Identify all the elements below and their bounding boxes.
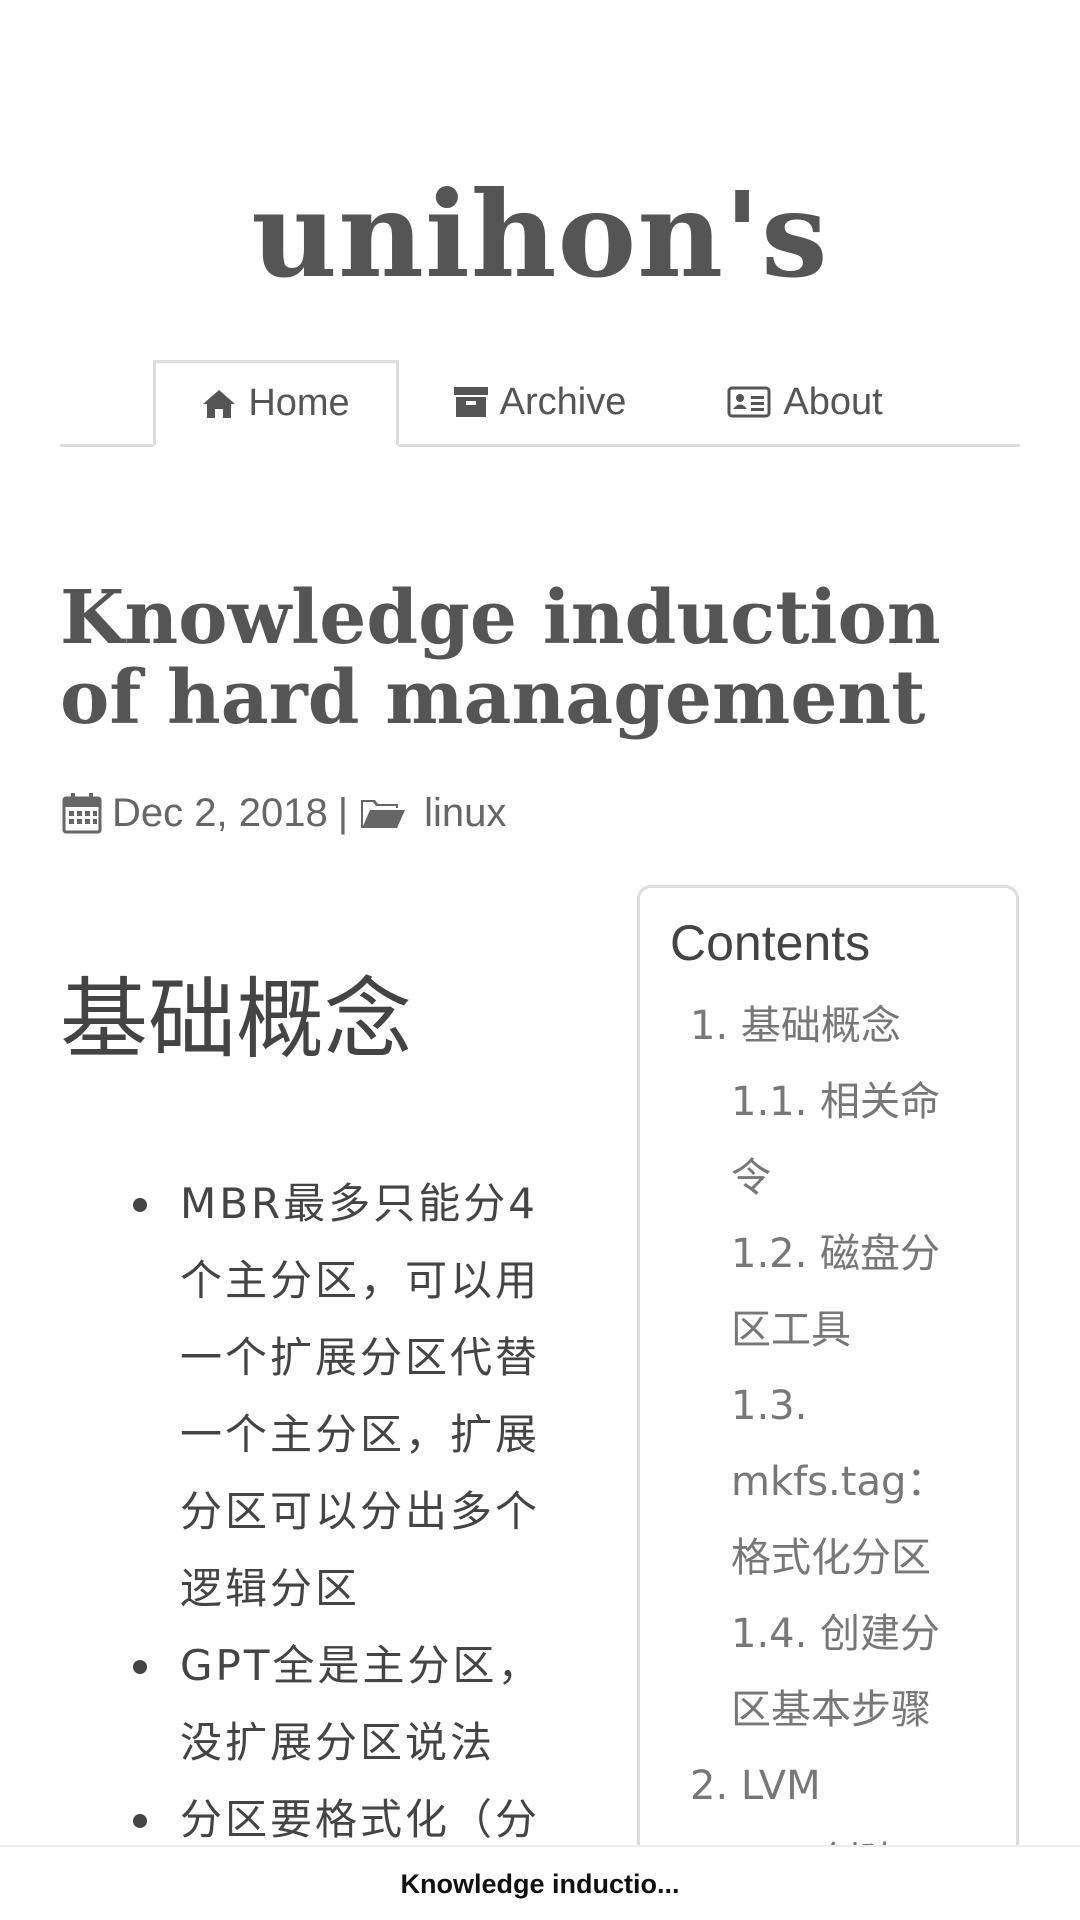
post-title: Knowledge induction of hard management — [60, 575, 941, 741]
nav-archive-label: Archive — [499, 380, 627, 423]
nav-archive[interactable]: Archive — [440, 360, 640, 444]
post-meta: Dec 2, 2018 | linux — [62, 785, 506, 841]
archive-icon — [453, 387, 488, 417]
home-icon — [203, 389, 236, 418]
content-bullet-list: MBR最多只能分4个主分区，可以用一个扩展分区代替一个主分区，扩展分区可以分出多… — [133, 1165, 575, 1858]
site-title[interactable]: unihon's — [0, 170, 1080, 300]
nav-about-label: About — [783, 380, 883, 423]
nav-home[interactable]: Home — [153, 360, 399, 447]
meta-separator: | — [337, 790, 349, 835]
nav-about[interactable]: About — [715, 360, 895, 444]
page-title-tab: Knowledge inductio... — [400, 1869, 680, 1899]
toc-item[interactable]: 1.2. 磁盘分区工具 — [731, 1216, 971, 1368]
nav-home-label: Home — [248, 382, 350, 424]
browser-bottom-title-bar[interactable]: Knowledge inductio... — [0, 1845, 1080, 1920]
post-category-link[interactable]: linux — [424, 791, 506, 836]
id-card-icon — [727, 386, 771, 418]
section-heading: 基础概念 — [60, 968, 413, 1071]
list-item: MBR最多只能分4个主分区，可以用一个扩展分区代替一个主分区，扩展分区可以分出多… — [133, 1165, 575, 1627]
toc-item[interactable]: 1.3. mkfs.tag：格式化分区 — [731, 1368, 971, 1596]
toc-list: 1. 基础概念 1.1. 相关命令 1.2. 磁盘分区工具 1.3. mkfs.… — [640, 988, 1000, 1900]
toc-item[interactable]: 2. LVM — [690, 1748, 1000, 1824]
list-item: GPT全是主分区，没扩展分区说法 — [133, 1627, 575, 1781]
main-nav: Home Archive About — [60, 360, 1020, 447]
toc-item[interactable]: 1. 基础概念 — [690, 988, 1000, 1064]
folder-open-icon — [361, 800, 406, 828]
calendar-icon — [62, 793, 102, 834]
post-date: Dec 2, 2018 — [112, 790, 328, 835]
toc-item[interactable]: 1.4. 创建分区基本步骤 — [731, 1596, 971, 1748]
table-of-contents: Contents 1. 基础概念 1.1. 相关命令 1.2. 磁盘分区工具 1… — [637, 885, 1019, 1920]
toc-item[interactable]: 1.1. 相关命令 — [731, 1064, 971, 1216]
toc-title: Contents — [670, 915, 871, 971]
